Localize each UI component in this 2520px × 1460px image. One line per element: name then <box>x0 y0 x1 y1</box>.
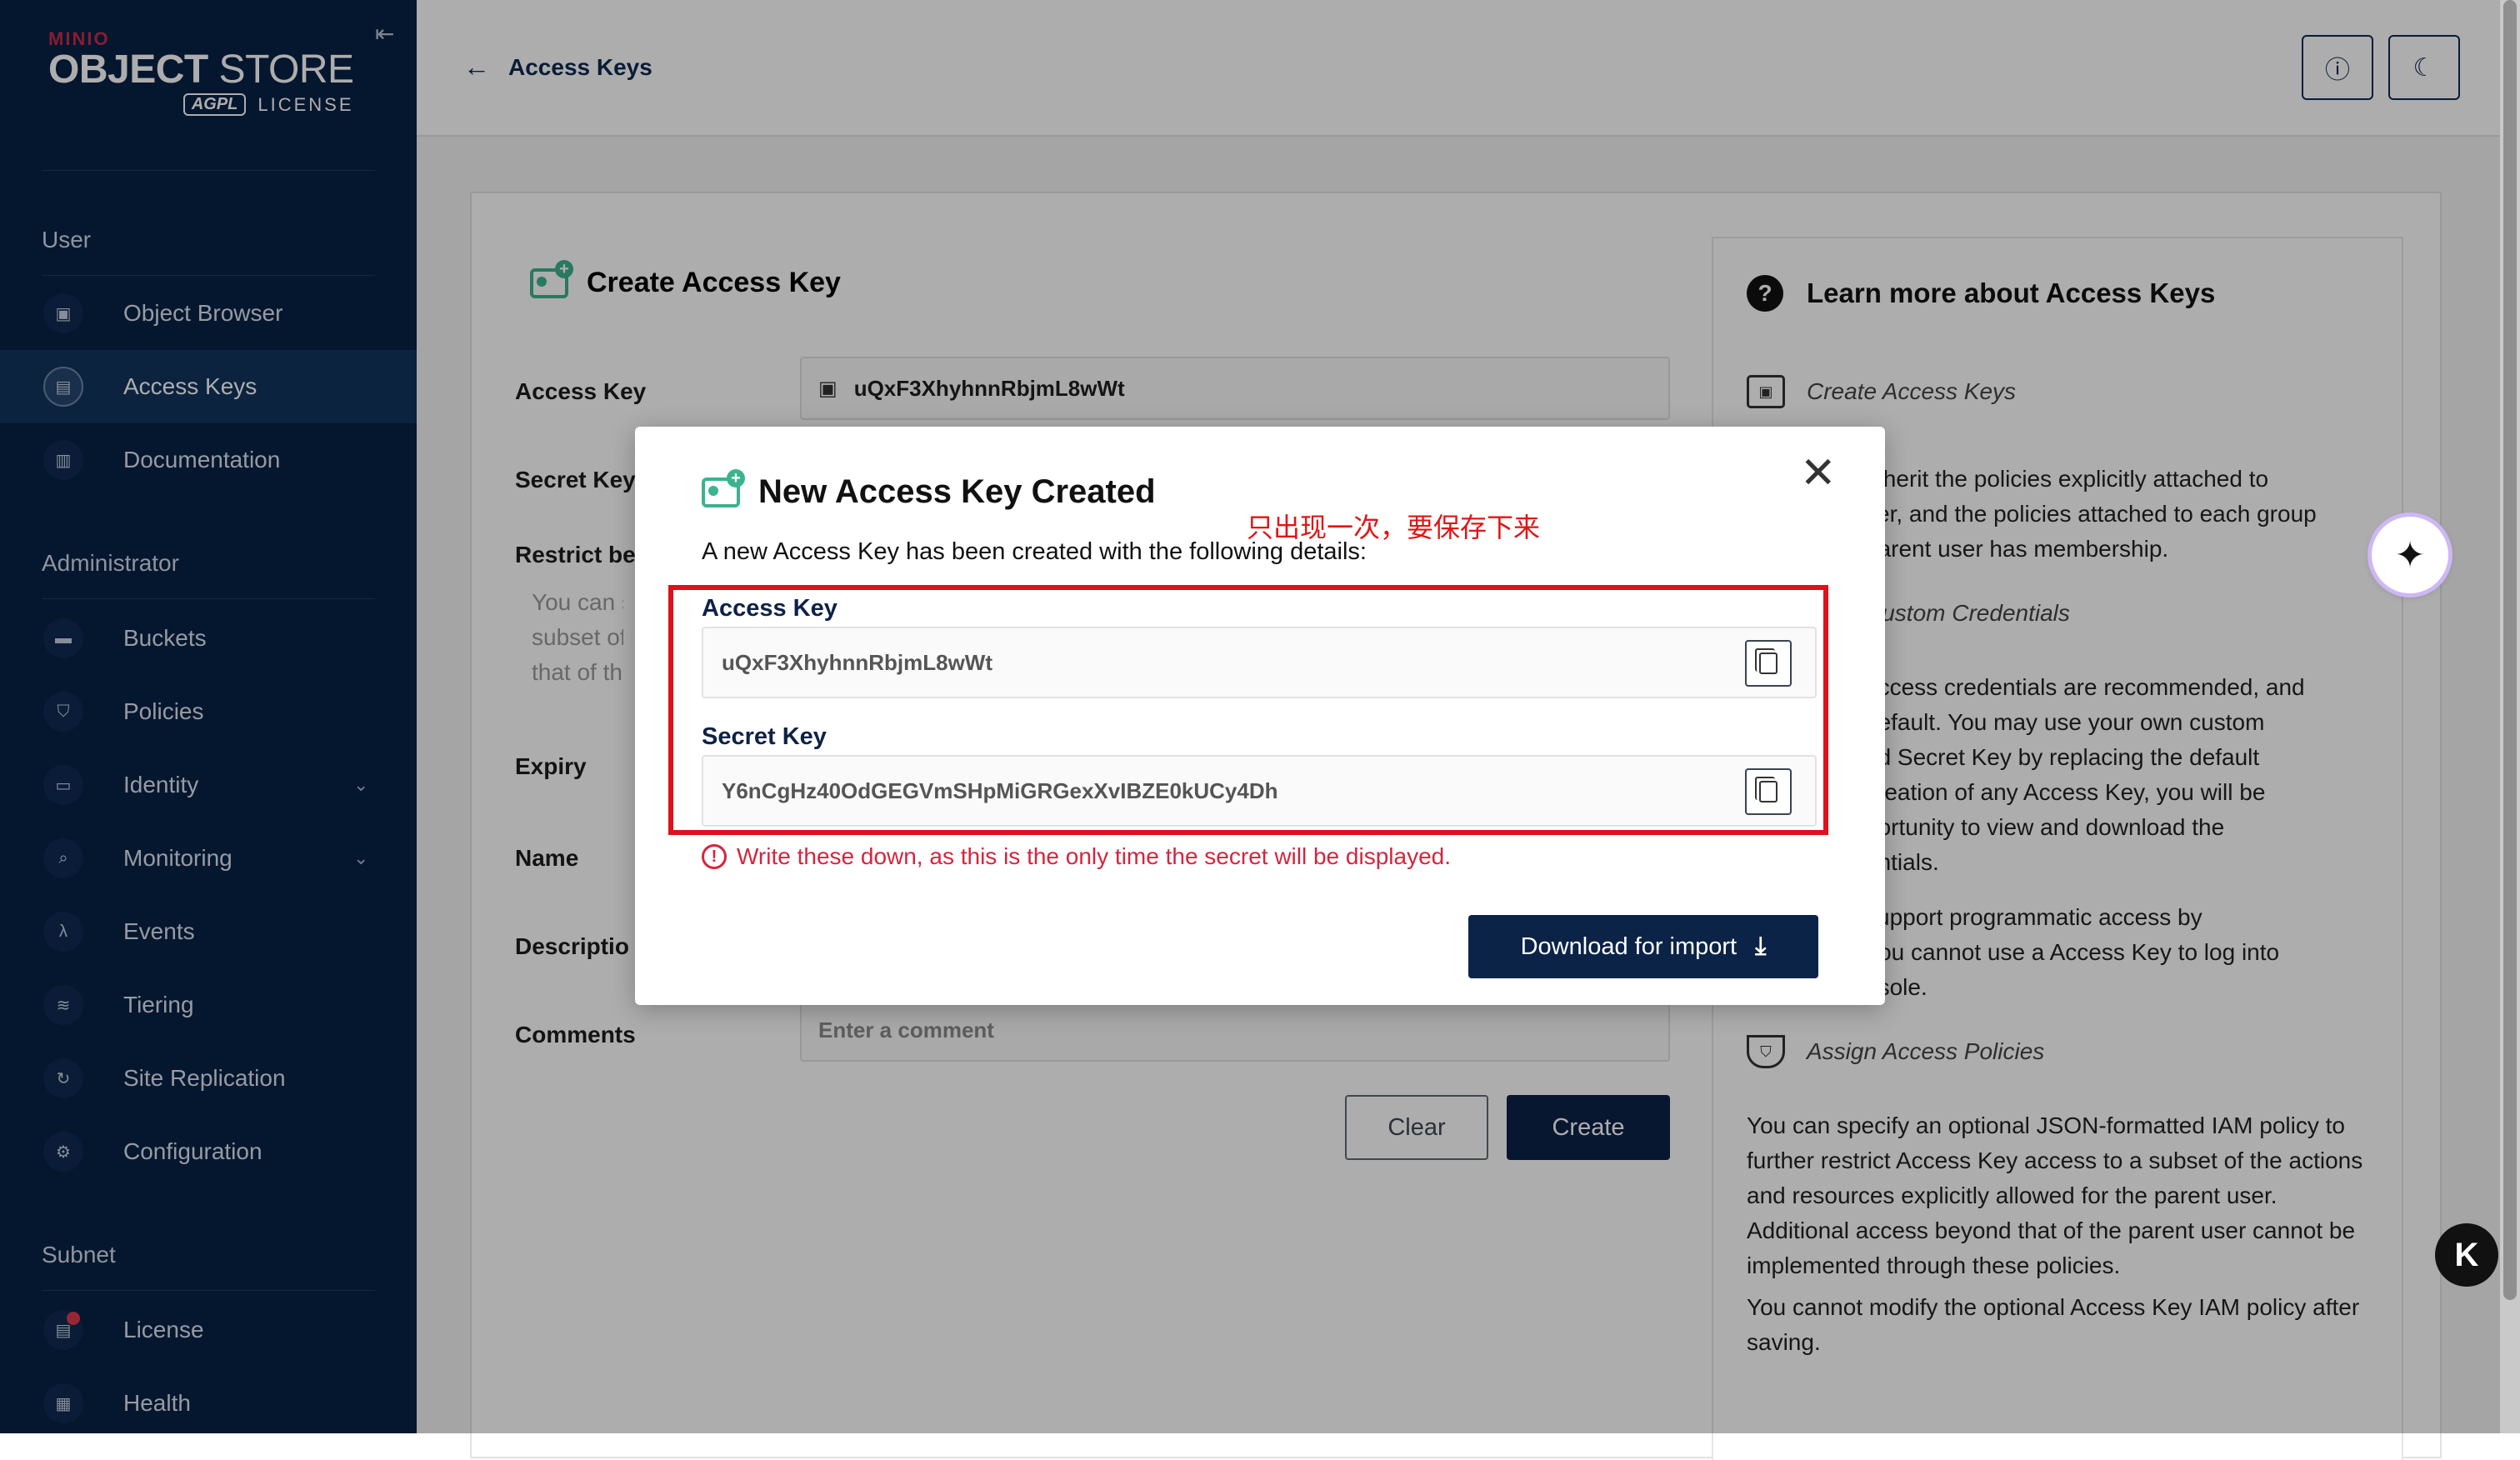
download-icon: ⤓ <box>1755 932 1767 960</box>
modal-access-key-field[interactable]: uQxF3XhyhnnRbjmL8wWt <box>702 627 1817 698</box>
warning-message: ! Write these down, as this is the only … <box>702 843 1451 870</box>
download-label: Download for import <box>1520 932 1738 960</box>
modal-title-text: New Access Key Created <box>758 473 1156 510</box>
modal-access-key-label: Access Key <box>702 595 838 622</box>
copy-secret-key-button[interactable] <box>1745 768 1792 815</box>
copy-access-key-button[interactable] <box>1745 640 1792 687</box>
access-key-icon <box>702 468 745 508</box>
copy-icon <box>1755 648 1778 674</box>
download-for-import-button[interactable]: Download for import ⤓ <box>1468 915 1818 978</box>
new-access-key-modal: New Access Key Created ✕ 只出现一次，要保存下来 A n… <box>635 427 1885 1005</box>
assistant-widget-icon[interactable]: ✦ <box>2372 517 2448 593</box>
modal-secret-key-value: Y6nCgHz40OdGEGVmSHpMiGRGexXvIBZE0kUCy4Dh <box>722 778 1278 803</box>
modal-secret-key-label: Secret Key <box>702 723 827 750</box>
close-icon[interactable]: ✕ <box>1800 452 1837 495</box>
warning-icon: ! <box>702 844 727 869</box>
modal-title: New Access Key Created <box>702 468 1156 511</box>
modal-description: A new Access Key has been created with t… <box>702 538 1367 565</box>
scrollbar-thumb[interactable] <box>2503 0 2517 1300</box>
copy-icon <box>1755 777 1778 802</box>
modal-access-key-value: uQxF3XhyhnnRbjmL8wWt <box>722 649 992 675</box>
helper-widget-icon[interactable]: K <box>2435 1223 2498 1287</box>
modal-secret-key-field[interactable]: Y6nCgHz40OdGEGVmSHpMiGRGexXvIBZE0kUCy4Dh <box>702 755 1817 827</box>
